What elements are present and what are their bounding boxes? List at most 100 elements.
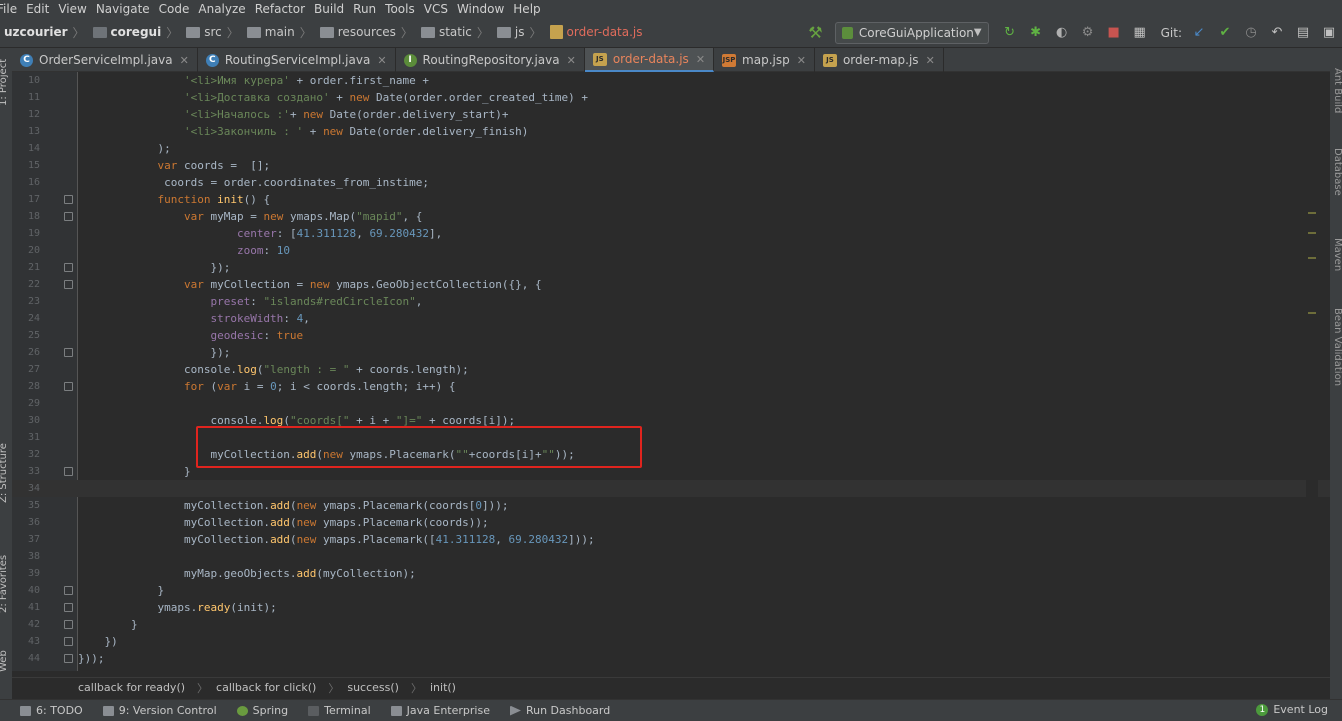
tab-order-data-js[interactable]: JS order-data.js ✕ (584, 48, 715, 72)
close-icon[interactable]: ✕ (180, 54, 189, 67)
code-line[interactable]: 35 myCollection.add(new ymaps.Placemark(… (12, 497, 1330, 514)
fold-marker-icon[interactable] (64, 263, 73, 272)
code-line[interactable]: 26 }); (12, 344, 1330, 361)
code-line[interactable]: 16 coords = order.coordinates_from_insti… (12, 174, 1330, 191)
profile-icon[interactable]: ⚙ (1080, 25, 1096, 41)
code-line[interactable]: 44})); (12, 650, 1330, 667)
fold-marker-icon[interactable] (64, 212, 73, 221)
favorites-tool-button[interactable]: 2: Favorites (0, 555, 9, 613)
database-tool-button[interactable]: Database (1332, 148, 1342, 196)
code-line[interactable]: 20 zoom: 10 (12, 242, 1330, 259)
menu-tools[interactable]: Tools (385, 2, 415, 16)
code-line[interactable]: 36 myCollection.add(new ymaps.Placemark(… (12, 514, 1330, 531)
spring-tool-button[interactable]: Spring (236, 704, 288, 717)
structure-tool-button[interactable]: Z: Structure (0, 443, 9, 503)
fold-marker-icon[interactable] (64, 637, 73, 646)
menu-run[interactable]: Run (353, 2, 376, 16)
warning-marker[interactable] (1308, 232, 1316, 234)
close-icon[interactable]: ✕ (567, 54, 576, 67)
menu-vcs[interactable]: VCS (424, 2, 448, 16)
fold-marker-icon[interactable] (64, 586, 73, 595)
code-line[interactable]: 40 } (12, 582, 1330, 599)
code-line[interactable]: 10 '<li>Имя курера' + order.first_name + (12, 72, 1330, 89)
menu-navigate[interactable]: Navigate (96, 2, 150, 16)
close-icon[interactable]: ✕ (377, 54, 386, 67)
tab-routing-repository[interactable]: I RoutingRepository.java ✕ (396, 48, 585, 72)
close-icon[interactable]: ✕ (797, 54, 806, 67)
tab-routing-service-impl[interactable]: C RoutingServiceImpl.java ✕ (198, 48, 396, 72)
fold-marker-icon[interactable] (64, 603, 73, 612)
code-line[interactable]: 18 var myMap = new ymaps.Map("mapid", { (12, 208, 1330, 225)
event-log-button[interactable]: 1 Event Log (1256, 703, 1328, 716)
fold-marker-icon[interactable] (64, 620, 73, 629)
git-history-icon[interactable]: ◷ (1243, 25, 1259, 41)
code-line[interactable]: 14 ); (12, 140, 1330, 157)
menu-analyze[interactable]: Analyze (198, 2, 245, 16)
code-line[interactable]: 34 (12, 480, 1330, 497)
git-commit-icon[interactable]: ✔ (1217, 25, 1233, 41)
run-dashboard-tool-button[interactable]: Run Dashboard (509, 704, 610, 717)
todo-tool-button[interactable]: 6: TODO (20, 704, 83, 717)
fold-marker-icon[interactable] (64, 280, 73, 289)
project-structure-icon[interactable]: ▦ (1132, 25, 1148, 41)
maven-tool-button[interactable]: Maven (1332, 238, 1342, 271)
menu-view[interactable]: View (58, 2, 86, 16)
menu-refactor[interactable]: Refactor (255, 2, 305, 16)
code-line[interactable]: 22 var myCollection = new ymaps.GeoObjec… (12, 276, 1330, 293)
code-line[interactable]: 39 myMap.geoObjects.add(myCollection); (12, 565, 1330, 582)
code-line[interactable]: 13 '<li>Закончиль : ' + new Date(order.d… (12, 123, 1330, 140)
code-line[interactable]: 43 }) (12, 633, 1330, 650)
breadcrumb-static[interactable]: static (439, 25, 472, 39)
fold-marker-icon[interactable] (64, 195, 73, 204)
breadcrumb-src[interactable]: src (204, 25, 222, 39)
breadcrumb-file[interactable]: order-data.js (567, 25, 643, 39)
debug-bug-icon[interactable]: ✱ (1028, 25, 1044, 41)
breadcrumb-resources[interactable]: resources (338, 25, 396, 39)
warning-marker[interactable] (1308, 257, 1316, 259)
build-hammer-icon[interactable]: ⚒ (808, 23, 822, 42)
code-crumb-init[interactable]: init() (430, 681, 456, 694)
code-line[interactable]: 17 function init() { (12, 191, 1330, 208)
java-enterprise-tool-button[interactable]: Java Enterprise (390, 704, 490, 717)
code-line[interactable]: 38 (12, 548, 1330, 565)
code-line[interactable]: 27 console.log("length : = " + coords.le… (12, 361, 1330, 378)
settings-icon[interactable]: ▤ (1295, 25, 1311, 41)
code-line[interactable]: 23 preset: "islands#redCircleIcon", (12, 293, 1330, 310)
breadcrumb-js[interactable]: js (515, 25, 525, 39)
coverage-icon[interactable]: ◐ (1054, 25, 1070, 41)
code-line[interactable]: 21 }); (12, 259, 1330, 276)
terminal-tool-button[interactable]: Terminal (308, 704, 371, 717)
project-tool-button[interactable]: 1: Project (0, 59, 9, 106)
code-crumb-click[interactable]: callback for click() (216, 681, 316, 694)
ant-build-tool-button[interactable]: Ant Build (1332, 68, 1342, 113)
code-line[interactable]: 29 (12, 395, 1330, 412)
bean-validation-tool-button[interactable]: Bean Validation (1332, 308, 1342, 386)
code-crumb-success[interactable]: success() (347, 681, 399, 694)
breadcrumb-project[interactable]: uzcourier (4, 25, 68, 39)
fold-marker-icon[interactable] (64, 467, 73, 476)
menu-code[interactable]: Code (159, 2, 190, 16)
code-line[interactable]: 42 } (12, 616, 1330, 633)
git-update-icon[interactable]: ↙ (1191, 25, 1207, 41)
fold-marker-icon[interactable] (64, 382, 73, 391)
fold-marker-icon[interactable] (64, 348, 73, 357)
code-line[interactable]: 41 ymaps.ready(init); (12, 599, 1330, 616)
menu-build[interactable]: Build (314, 2, 344, 16)
web-tool-button[interactable]: Web (0, 650, 9, 672)
code-line[interactable]: 19 center: [41.311128, 69.280432], (12, 225, 1330, 242)
code-line[interactable]: 12 '<li>Началось :'+ new Date(order.deli… (12, 106, 1330, 123)
code-line[interactable]: 25 geodesic: true (12, 327, 1330, 344)
code-line[interactable]: 28 for (var i = 0; i < coords.length; i+… (12, 378, 1330, 395)
menu-edit[interactable]: Edit (26, 2, 49, 16)
breadcrumb-module[interactable]: coregui (111, 25, 162, 39)
tab-order-service-impl[interactable]: C OrderServiceImpl.java ✕ (12, 48, 198, 72)
code-editor[interactable]: 10 '<li>Имя курера' + order.first_name +… (12, 72, 1330, 671)
fold-marker-icon[interactable] (64, 654, 73, 663)
git-revert-icon[interactable]: ↶ (1269, 25, 1285, 41)
stop-icon[interactable]: ■ (1106, 25, 1122, 41)
tab-map-jsp[interactable]: JSP map.jsp ✕ (714, 48, 815, 72)
code-line[interactable]: 37 myCollection.add(new ymaps.Placemark(… (12, 531, 1330, 548)
menu-help[interactable]: Help (513, 2, 540, 16)
code-crumb-ready[interactable]: callback for ready() (78, 681, 185, 694)
structure-icon[interactable]: ▣ (1321, 25, 1337, 41)
